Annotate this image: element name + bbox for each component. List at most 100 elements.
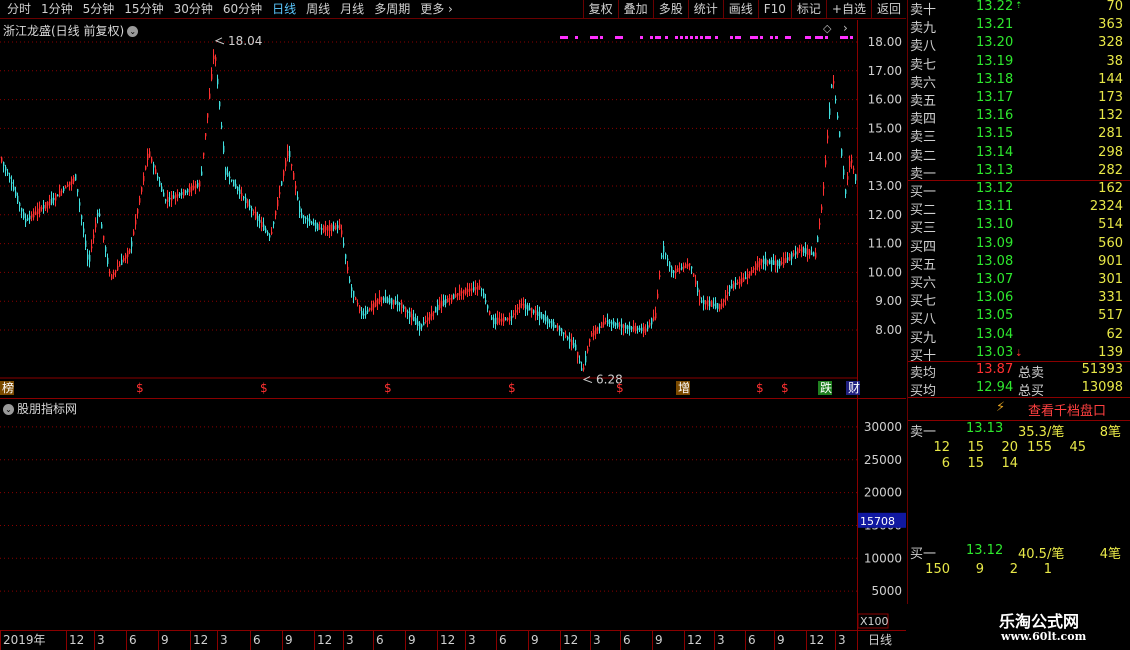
ask-row-3[interactable]: 卖七 13.19 38 bbox=[908, 53, 1123, 73]
candle-body bbox=[241, 193, 243, 197]
candle-body bbox=[187, 189, 189, 193]
candle-body bbox=[823, 186, 825, 189]
candle-body bbox=[493, 318, 495, 325]
candle-body bbox=[643, 326, 645, 333]
ask-row-5[interactable]: 卖五 13.17 173 bbox=[908, 90, 1123, 109]
candle-body bbox=[835, 98, 837, 101]
order-size: 150 bbox=[925, 562, 950, 577]
bid-level-label: 买四 bbox=[910, 239, 937, 255]
signal-dash bbox=[600, 36, 603, 39]
period-tab-2[interactable]: 5分钟 bbox=[78, 2, 120, 17]
candle-body bbox=[325, 226, 327, 231]
candle-body bbox=[785, 257, 787, 263]
ask-row-7[interactable]: 卖三 13.15 281 bbox=[908, 126, 1123, 145]
period-tab-4[interactable]: 30分钟 bbox=[169, 2, 218, 17]
candle-body bbox=[433, 311, 435, 313]
bid-row-3[interactable]: 买四 13.09 560 bbox=[908, 236, 1123, 255]
thousand-level-link[interactable]: 查看千档盘口 bbox=[1028, 400, 1106, 419]
period-tab-9[interactable]: 多周期 bbox=[369, 2, 415, 17]
action-button-6[interactable]: 标记 bbox=[790, 0, 826, 19]
action-button-7[interactable]: +自选 bbox=[825, 0, 871, 19]
candle-body bbox=[811, 252, 813, 255]
candle-body bbox=[531, 307, 533, 314]
candle-body bbox=[549, 321, 551, 324]
candle-body bbox=[237, 186, 239, 191]
chevron-down-icon[interactable]: ⌄ bbox=[3, 404, 14, 415]
ask-row-9[interactable]: 卖一 13.13 282 bbox=[908, 163, 1123, 182]
event-marker: 增 bbox=[678, 381, 690, 395]
candle-body bbox=[791, 253, 793, 259]
period-tab-0[interactable]: 分时 bbox=[2, 2, 36, 17]
indicator-title[interactable]: ⌄ 股朋指标网 bbox=[3, 400, 77, 417]
candle-body bbox=[113, 272, 115, 276]
bid-level-label: 买二 bbox=[910, 203, 937, 219]
action-button-1[interactable]: 叠加 bbox=[617, 0, 653, 19]
candle-body bbox=[193, 185, 195, 189]
period-tab-5[interactable]: 60分钟 bbox=[218, 2, 267, 17]
bid-row-1[interactable]: 买二 13.11 2324 bbox=[908, 199, 1123, 219]
ask-row-6[interactable]: 卖四 13.16 132 bbox=[908, 108, 1123, 127]
candle-body bbox=[593, 330, 595, 336]
ask1-orders-row1: 12 15 20 155 45 bbox=[908, 440, 1130, 456]
period-tab-3[interactable]: 15分钟 bbox=[119, 2, 168, 17]
candle-body bbox=[133, 231, 135, 235]
bid1-queue-header-label: 买一 bbox=[910, 547, 937, 562]
period-tab-7[interactable]: 周线 bbox=[301, 2, 335, 17]
ask-row-4[interactable]: 卖六 13.18 144 bbox=[908, 72, 1123, 91]
action-button-0[interactable]: 复权 bbox=[582, 0, 618, 19]
chevron-right-icon[interactable]: › bbox=[843, 21, 848, 35]
diamond-icon[interactable]: ◇ bbox=[823, 22, 831, 35]
action-button-8[interactable]: 返回 bbox=[870, 0, 906, 19]
bid-row-5[interactable]: 买六 13.07 301 bbox=[908, 272, 1123, 291]
signal-dash bbox=[680, 36, 683, 39]
candle-body bbox=[637, 327, 639, 330]
bid-row-6[interactable]: 买七 13.06 331 bbox=[908, 290, 1123, 309]
bid1-queue-header: 买一 13.12 40.5/笔 4笔 bbox=[908, 543, 1130, 562]
action-button-3[interactable]: 统计 bbox=[687, 0, 723, 19]
action-button-5[interactable]: F10 bbox=[757, 0, 791, 19]
candle-body bbox=[59, 190, 61, 197]
period-tab-6[interactable]: 日线 bbox=[267, 2, 301, 17]
signal-dash bbox=[595, 36, 598, 39]
candle-body bbox=[407, 311, 409, 313]
bid-row-7[interactable]: 买八 13.05 517 bbox=[908, 308, 1123, 328]
candle-body bbox=[613, 321, 615, 327]
candle-body bbox=[81, 215, 83, 220]
price-tick-label: 15.00 bbox=[868, 121, 902, 135]
ask-row-2[interactable]: 卖八 13.20 328 bbox=[908, 35, 1123, 54]
ask-row-0[interactable]: 卖十 13.22 ⇡ 70 bbox=[908, 0, 1123, 18]
candle-body bbox=[625, 325, 627, 329]
candle-body bbox=[561, 328, 563, 334]
ask-row-8[interactable]: 卖二 13.14 298 bbox=[908, 145, 1123, 164]
bid-row-2[interactable]: 买三 13.10 514 bbox=[908, 217, 1123, 236]
chart-title[interactable]: 浙江龙盛(日线 前复权) ⌄ bbox=[3, 22, 139, 39]
candle-body bbox=[787, 257, 789, 261]
bid-level-label: 买八 bbox=[910, 312, 937, 328]
action-button-4[interactable]: 画线 bbox=[722, 0, 758, 19]
candle-body bbox=[819, 222, 821, 225]
signal-dash bbox=[690, 36, 693, 39]
period-tab-1[interactable]: 1分钟 bbox=[36, 2, 78, 17]
candle-body bbox=[521, 303, 523, 306]
chevron-down-icon[interactable]: ⌄ bbox=[127, 26, 139, 37]
candle-body bbox=[809, 250, 811, 256]
candle-body bbox=[437, 304, 439, 311]
bid-row-8[interactable]: 买九 13.04 62 bbox=[908, 327, 1123, 346]
period-tab-10[interactable]: 更多 › bbox=[415, 2, 458, 17]
candle-body bbox=[707, 300, 709, 307]
candle-body bbox=[245, 197, 247, 204]
signal-dash bbox=[760, 36, 763, 39]
candle-body bbox=[623, 324, 625, 329]
candle-body bbox=[25, 218, 27, 223]
bid-row-4[interactable]: 买五 13.08 901 bbox=[908, 254, 1123, 273]
candle-body bbox=[633, 325, 635, 331]
ask-price: 13.19 bbox=[976, 53, 1014, 69]
candle-body bbox=[597, 327, 599, 331]
candle-body bbox=[721, 303, 723, 307]
candlestick-chart[interactable]: 18.00 17.00 16.00 15.00 14.00 13.00 12.00 11.00… bbox=[0, 20, 906, 398]
period-tab-8[interactable]: 月线 bbox=[335, 2, 369, 17]
bid-row-0[interactable]: 买一 13.12 162 bbox=[908, 181, 1123, 200]
ask-row-1[interactable]: 卖九 13.21 363 bbox=[908, 17, 1123, 36]
indicator-chart[interactable]: 3000025000200001500010000500015708X10020… bbox=[0, 398, 906, 650]
action-button-2[interactable]: 多股 bbox=[652, 0, 688, 19]
